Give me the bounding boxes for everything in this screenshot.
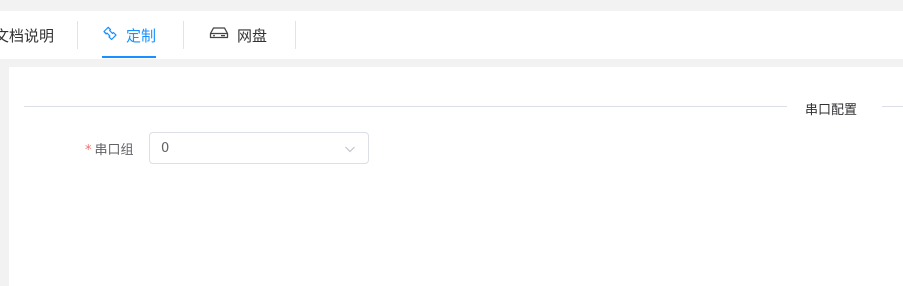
chevron-down-icon xyxy=(344,143,356,155)
section-title: 串口配置 xyxy=(805,103,858,118)
serial-group-label: * 串口组 xyxy=(85,139,134,158)
drive-icon xyxy=(209,25,229,45)
tab-separator xyxy=(295,21,296,49)
tab-drive-label: 网盘 xyxy=(237,26,268,45)
content-panel: 串口配置 * 串口组 0 xyxy=(9,67,903,286)
tab-separator xyxy=(183,21,184,49)
tab-customize[interactable]: 定制 xyxy=(102,11,157,59)
tab-docs[interactable]: 文档说明 xyxy=(0,11,54,59)
tab-customize-label: 定制 xyxy=(126,26,157,45)
serial-group-select[interactable]: 0 xyxy=(149,132,369,164)
section-divider-line xyxy=(882,106,903,107)
active-tab-indicator xyxy=(102,56,157,58)
customize-icon xyxy=(102,25,118,45)
tab-drive[interactable]: 网盘 xyxy=(209,11,267,59)
tab-bar: 文档说明 定制 网盘 xyxy=(0,11,903,59)
serial-group-label-text: 串口组 xyxy=(94,143,134,158)
required-mark: * xyxy=(85,143,92,158)
serial-group-value: 0 xyxy=(161,140,170,156)
tab-separator xyxy=(77,21,78,49)
section-divider-line xyxy=(24,106,787,107)
tab-docs-label: 文档说明 xyxy=(0,26,55,45)
